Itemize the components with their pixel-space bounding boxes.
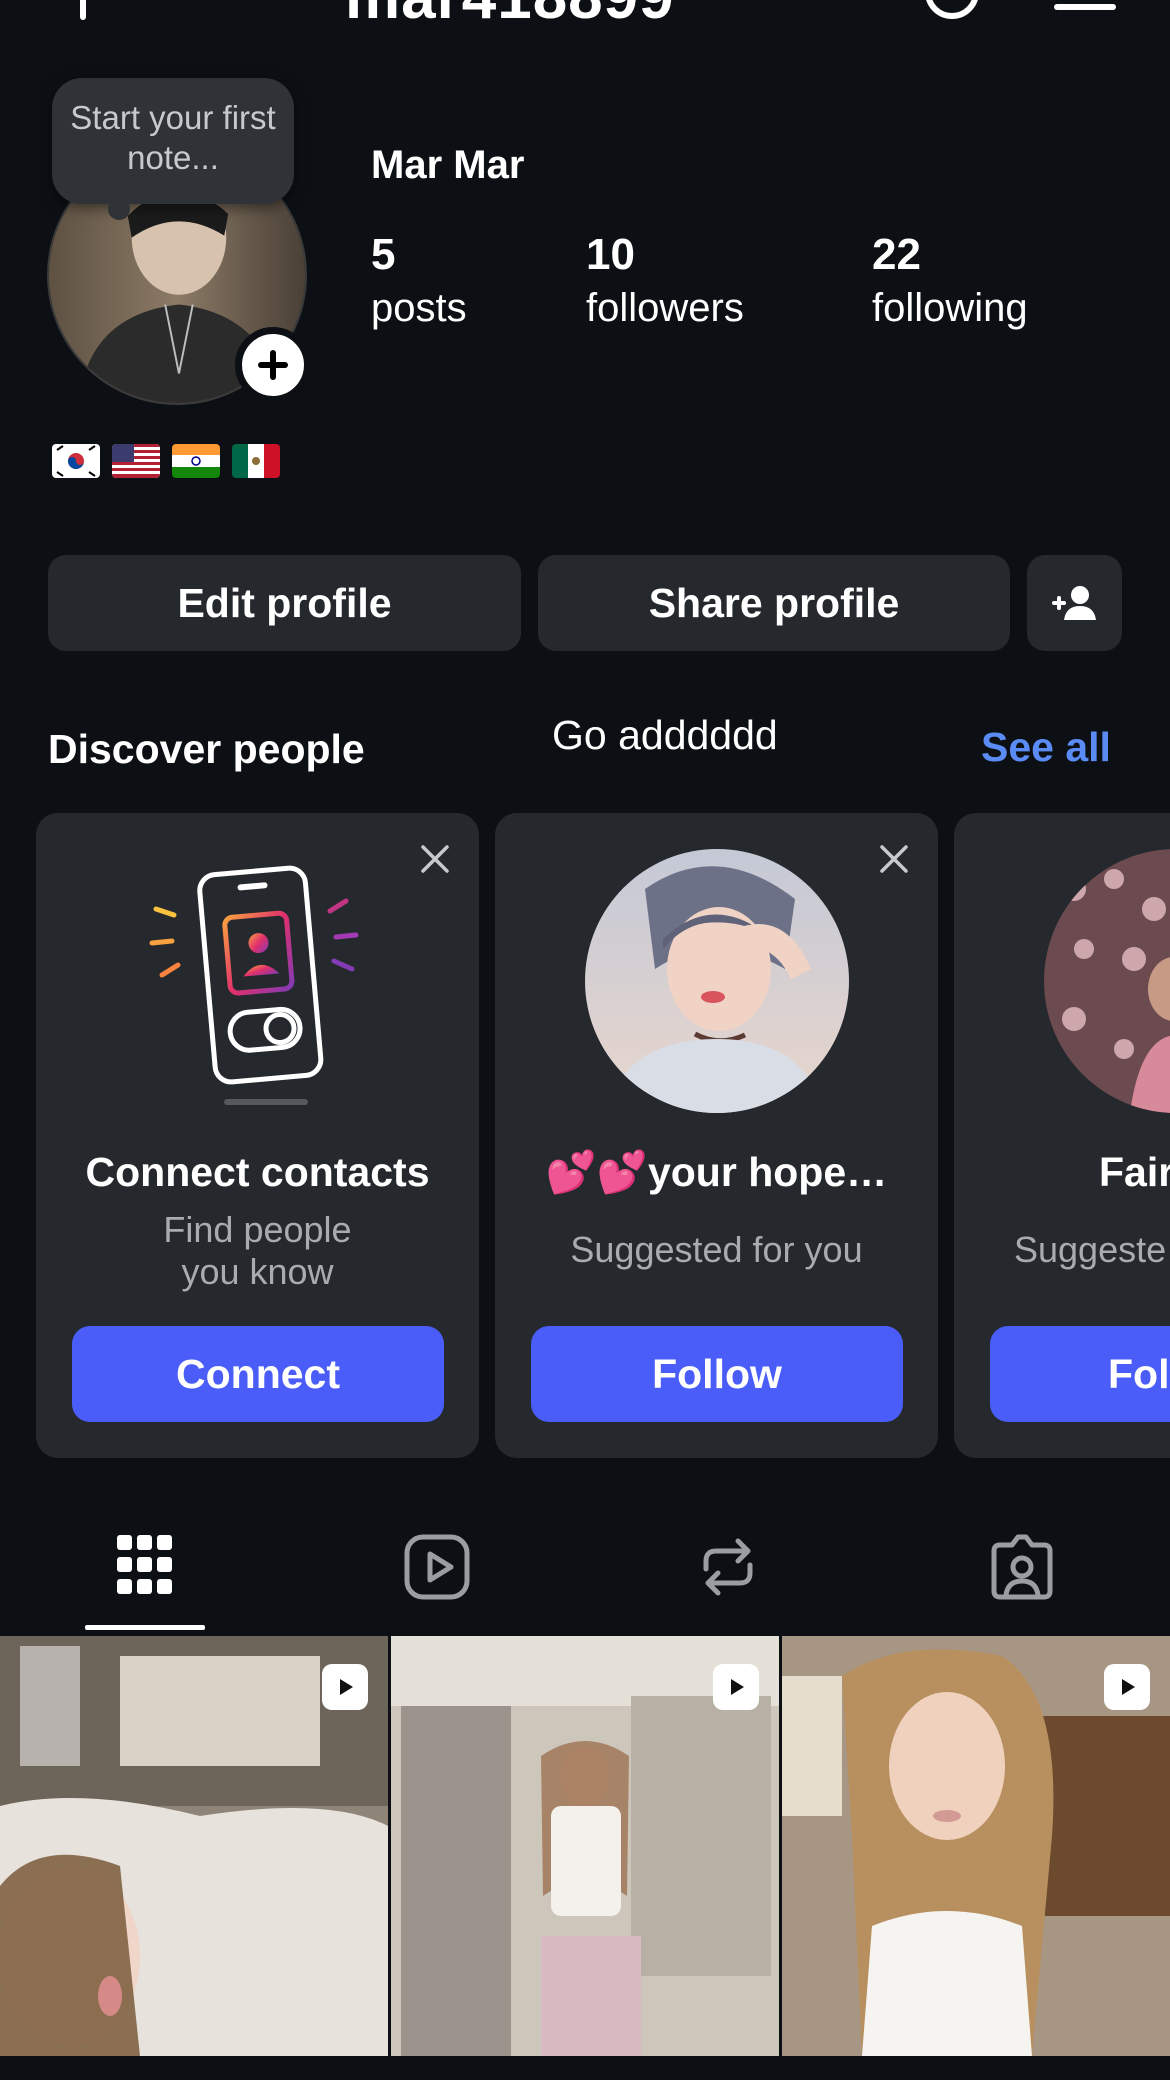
card-title[interactable]: 💕💕your hope…	[495, 1149, 938, 1197]
flag-mexico-icon	[232, 444, 280, 478]
grid-icon	[117, 1535, 172, 1594]
posts-stat[interactable]: 5 posts	[371, 226, 467, 332]
reposts-icon	[703, 1538, 753, 1596]
reel-play-icon	[340, 1679, 353, 1695]
create-icon[interactable]	[80, 0, 86, 20]
reel-play-icon	[1122, 1679, 1135, 1695]
card-subtitle: Suggested for you	[570, 1229, 863, 1270]
card-subtitle: Find people	[163, 1209, 352, 1250]
followers-stat[interactable]: 10 followers	[586, 226, 744, 332]
grid-post[interactable]	[782, 1636, 1170, 2056]
tab-posts[interactable]	[85, 1520, 205, 1635]
follow-button[interactable]: Fol	[990, 1326, 1170, 1422]
menu-icon[interactable]	[1054, 0, 1116, 14]
top-bar: mar418899	[0, 0, 1170, 40]
note-text: Go adddddd	[552, 712, 778, 758]
flag-usa-icon	[112, 444, 160, 478]
profile-page: mar418899	[0, 0, 1170, 2080]
connect-button[interactable]: Connect	[72, 1326, 444, 1422]
posts-count: 5	[371, 230, 396, 279]
discover-people-button[interactable]	[1027, 555, 1122, 651]
edit-profile-button[interactable]: Edit profile	[48, 555, 521, 651]
add-person-icon	[1051, 586, 1096, 620]
note-bubble[interactable]: Start your first note...	[52, 78, 294, 220]
profile-username[interactable]: mar418899	[345, 0, 675, 33]
reels-icon	[404, 1534, 470, 1600]
following-stat[interactable]: 22 following	[872, 226, 1028, 332]
connect-contacts-card: Connect contacts Find people you know Co…	[36, 813, 479, 1458]
tab-reposts[interactable]	[668, 1520, 788, 1635]
tab-tagged[interactable]	[962, 1520, 1082, 1635]
follow-button[interactable]: Follow	[531, 1326, 903, 1422]
flag-india-icon	[172, 444, 220, 478]
following-label: following	[872, 286, 1028, 330]
active-tab-indicator	[85, 1625, 205, 1630]
reel-badge	[322, 1664, 368, 1710]
card-subtitle: Suggeste	[1014, 1229, 1167, 1270]
close-icon[interactable]	[878, 843, 910, 875]
see-all-link[interactable]: See all	[981, 724, 1111, 771]
card-title[interactable]: Fair	[954, 1149, 1170, 1196]
card-subtitle: you know	[181, 1251, 334, 1292]
posts-label: posts	[371, 286, 467, 330]
threads-icon[interactable]	[922, 0, 982, 22]
grid-post[interactable]	[0, 1636, 388, 2056]
bio-flags	[52, 444, 280, 478]
discover-people-title: Discover people	[48, 726, 365, 772]
flag-korea-icon	[52, 444, 100, 478]
reel-badge	[713, 1664, 759, 1710]
suggested-avatar[interactable]	[585, 849, 849, 1113]
suggested-avatar[interactable]	[1044, 849, 1170, 1113]
tab-reels[interactable]	[377, 1520, 497, 1635]
followers-label: followers	[586, 286, 744, 330]
scroll-indicator	[224, 1099, 308, 1105]
grid-post[interactable]	[391, 1636, 779, 2056]
tagged-icon	[991, 1534, 1053, 1600]
followers-count: 10	[586, 230, 635, 279]
plus-icon	[258, 350, 288, 380]
reel-badge	[1104, 1664, 1150, 1710]
suggested-user-card: 💕💕your hope… Suggested for you Follow	[495, 813, 938, 1458]
add-story-button[interactable]	[235, 327, 311, 403]
contacts-illustration-icon	[149, 865, 359, 1085]
close-icon[interactable]	[419, 843, 451, 875]
share-profile-button[interactable]: Share profile	[538, 555, 1010, 651]
card-title: Connect contacts	[85, 1149, 430, 1195]
profile-tabs	[0, 1520, 1170, 1635]
posts-grid	[0, 1636, 1170, 2056]
reel-play-icon	[731, 1679, 744, 1695]
display-name: Mar Mar	[371, 143, 525, 187]
following-count: 22	[872, 230, 921, 279]
suggested-user-card: Fair Suggeste Fol	[954, 813, 1170, 1458]
